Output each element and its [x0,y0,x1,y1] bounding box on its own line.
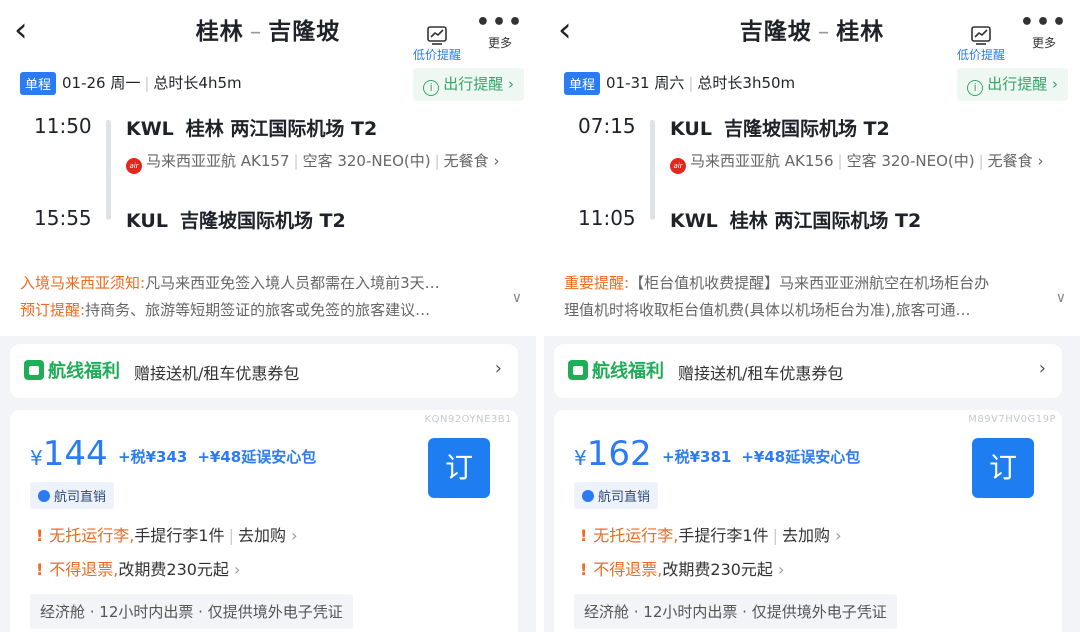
warning-icon: ! [36,560,44,579]
notice-block[interactable]: 入境马来西亚须知:凡马来西亚免签入境人员都需在入境前3天… 预订提醒:持商务、旅… [20,270,498,324]
price-alert-label: 低价提醒 [412,48,461,62]
direct-sale-badge: 航司直销 [30,482,115,509]
product-code: KQN92OYNE3B1 [424,414,512,425]
more-button[interactable]: ••• 更多 [475,10,525,51]
warning-icon: ! [36,526,44,545]
trip-date: 01-31 周六 | 总时长3h50m [606,74,796,92]
warning-icon: ! [580,560,588,579]
refund-rule[interactable]: ! 不得退票,改期费230元起 › [36,556,240,580]
benefit-title: 航线福利 [592,361,664,382]
flight-details[interactable]: air 马来西亚亚航 AK157 | 空客 320-NEO(中) | 无餐食 › [126,150,510,174]
departure-time: 07:15 [578,114,636,138]
departure-airport: KWL 桂林 两江国际机场 T2 [126,118,378,140]
refund-rule[interactable]: ! 不得退票,改期费230元起 › [580,556,784,580]
direct-sale-icon [582,490,594,502]
fare-card: M89V7HV0G19P ¥162 +税¥381 +¥48延误安心包 订 航司直销… [554,410,1062,632]
route-line [650,120,655,220]
fare-price: ¥162 [574,434,652,474]
direct-sale-badge: 航司直销 [574,482,659,509]
nav-bar: ‹ 吉隆坡 – 桂林 低价提醒 ••• 更多 [544,0,1080,64]
cabin-info: 经济舱 · 12小时内出票 · 仅提供境外电子凭证 [574,594,897,629]
notice-block[interactable]: 重要提醒:【柜台值机收费提醒】马来西亚亚洲航空在机场柜台办 理值机时将收取柜台值… [564,270,1042,324]
flight-panel-return: ‹ 吉隆坡 – 桂林 低价提醒 ••• 更多 单程 01-31 周六 | 总时长3h50… [544,0,1080,632]
fare-extras: +税¥343 +¥48延误安心包 [118,448,317,466]
price-alert-icon [950,24,1012,46]
benefit-icon [24,360,44,380]
book-button[interactable]: 订 [428,438,490,498]
benefit-description: 赠接送机/租车优惠券包 [678,364,844,383]
arrival-airport: KWL 桂林 两江国际机场 T2 [670,210,922,232]
fare-extras: +税¥381 +¥48延误安心包 [662,448,861,466]
info-icon: i [423,80,440,96]
price-alert-icon [406,24,468,46]
airasia-logo: air [670,158,686,174]
arrival-airport: KUL 吉隆坡国际机场 T2 [126,210,346,232]
more-icon: ••• [475,10,525,35]
product-code: M89V7HV0G19P [968,414,1056,425]
travel-remind-button[interactable]: i 出行提醒 › [413,68,524,101]
chevron-down-icon[interactable]: ∨ [1056,290,1066,306]
more-button[interactable]: ••• 更多 [1019,10,1069,51]
benefit-description: 赠接送机/租车优惠券包 [134,364,300,383]
route-benefit-banner[interactable]: 航线福利 赠接送机/租车优惠券包 › [554,344,1062,398]
baggage-rule[interactable]: ! 无托运行李,手提行李1件 | 去加购 › [36,522,297,546]
trip-date: 01-26 周一 | 总时长4h5m [62,74,242,92]
arrival-time: 15:55 [34,206,92,230]
travel-remind-button[interactable]: i 出行提醒 › [957,68,1068,101]
cabin-info: 经济舱 · 12小时内出票 · 仅提供境外电子凭证 [30,594,353,629]
more-label: 更多 [487,36,512,50]
price-alert-label: 低价提醒 [956,48,1005,62]
route-line [106,120,111,220]
price-alert-button[interactable]: 低价提醒 [950,24,1012,63]
chevron-down-icon[interactable]: ∨ [512,290,522,306]
book-button[interactable]: 订 [972,438,1034,498]
arrival-time: 11:05 [578,206,636,230]
more-icon: ••• [1019,10,1069,35]
route-benefit-banner[interactable]: 航线福利 赠接送机/租车优惠券包 › [10,344,518,398]
panel-divider [536,0,544,632]
departure-time: 11:50 [34,114,92,138]
baggage-rule[interactable]: ! 无托运行李,手提行李1件 | 去加购 › [580,522,841,546]
flight-legs: 07:15 KUL 吉隆坡国际机场 T2 air 马来西亚亚航 AK156 | 空客 3… [544,102,1080,232]
trip-info-row: 单程 01-31 周六 | 总时长3h50m i 出行提醒 › [544,64,1080,102]
trip-type-badge: 单程 [564,72,601,95]
nav-bar: ‹ 桂林 – 吉隆坡 低价提醒 ••• 更多 [0,0,536,64]
chevron-right-icon: › [494,358,502,379]
fare-card: KQN92OYNE3B1 ¥144 +税¥343 +¥48延误安心包 订 航司直销… [10,410,518,632]
info-icon: i [967,80,984,96]
departure-airport: KUL 吉隆坡国际机场 T2 [670,118,890,140]
direct-sale-icon [38,490,50,502]
flight-panel-outbound: ‹ 桂林 – 吉隆坡 低价提醒 ••• 更多 单程 01-26 周一 | 总时长4h5m… [0,0,536,632]
trip-info-row: 单程 01-26 周一 | 总时长4h5m i 出行提醒 › [0,64,536,102]
flight-details[interactable]: air 马来西亚亚航 AK156 | 空客 320-NEO(中) | 无餐食 › [670,150,1054,174]
price-alert-button[interactable]: 低价提醒 [406,24,468,63]
trip-type-badge: 单程 [20,72,57,95]
benefit-icon [568,360,588,380]
flight-legs: 11:50 KWL 桂林 两江国际机场 T2 air 马来西亚亚航 AK157 | 空客… [0,102,536,232]
chevron-right-icon: › [1038,358,1046,379]
more-label: 更多 [1031,36,1056,50]
fare-price: ¥144 [30,434,108,474]
benefit-title: 航线福利 [48,361,120,382]
airasia-logo: air [126,158,142,174]
warning-icon: ! [580,526,588,545]
